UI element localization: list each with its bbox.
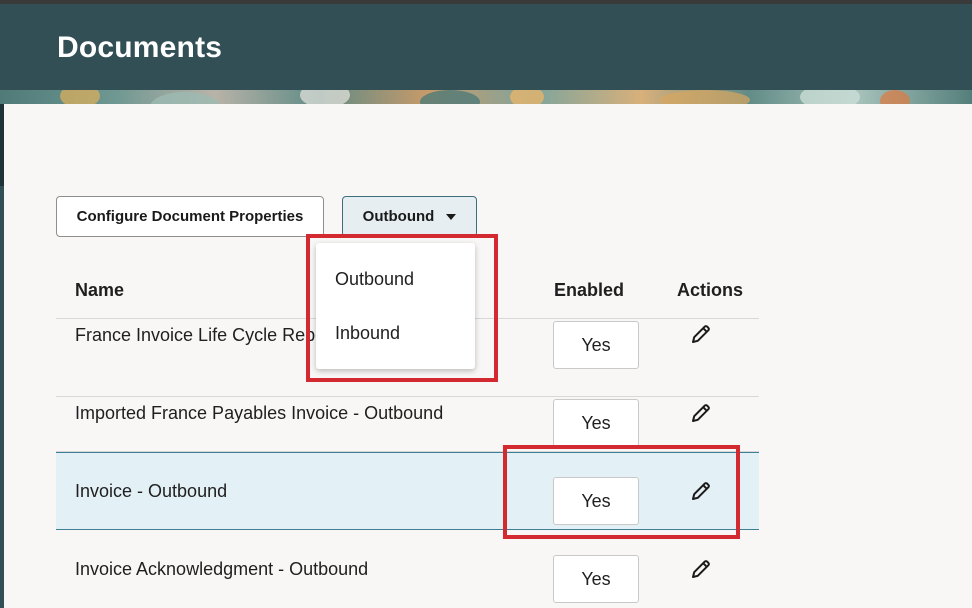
caret-down-icon xyxy=(446,213,457,220)
direction-dropdown-menu: Outbound Inbound xyxy=(316,243,475,369)
row-name: Imported France Payables Invoice - Outbo… xyxy=(75,403,444,423)
pencil-icon[interactable] xyxy=(689,557,713,581)
table-row-selected[interactable]: Invoice - Outbound Yes xyxy=(56,452,759,530)
direction-select[interactable]: Outbound xyxy=(342,196,477,237)
page-header: Documents xyxy=(0,4,972,90)
table-row[interactable]: Invoice Acknowledgment - Outbound Yes xyxy=(56,530,759,608)
column-header-actions: Actions xyxy=(677,280,744,300)
row-name: France Invoice Life Cycle Repo xyxy=(75,325,326,345)
column-header-enabled[interactable]: Enabled xyxy=(554,280,624,301)
enabled-select[interactable]: Yes xyxy=(553,555,639,603)
pencil-icon[interactable] xyxy=(689,322,713,346)
table-row[interactable]: Imported France Payables Invoice - Outbo… xyxy=(56,374,759,452)
configure-document-properties-button[interactable]: Configure Document Properties xyxy=(56,196,324,237)
dropdown-option-inbound[interactable]: Inbound xyxy=(335,323,400,344)
enabled-select[interactable]: Yes xyxy=(553,477,639,525)
decorative-banner xyxy=(0,90,972,104)
enabled-select[interactable]: Yes xyxy=(553,399,639,447)
row-name: Invoice Acknowledgment - Outbound xyxy=(75,559,369,579)
page-title: Documents xyxy=(57,31,223,64)
row-name: Invoice - Outbound xyxy=(75,481,228,501)
column-header-name[interactable]: Name xyxy=(75,280,124,301)
configure-button-label: Configure Document Properties xyxy=(76,208,304,225)
pencil-icon[interactable] xyxy=(689,401,713,425)
direction-select-value: Outbound xyxy=(362,208,435,225)
dropdown-option-outbound[interactable]: Outbound xyxy=(335,269,414,290)
pencil-icon[interactable] xyxy=(689,479,713,503)
enabled-select[interactable]: Yes xyxy=(553,321,639,369)
row-selected-border xyxy=(56,452,759,453)
